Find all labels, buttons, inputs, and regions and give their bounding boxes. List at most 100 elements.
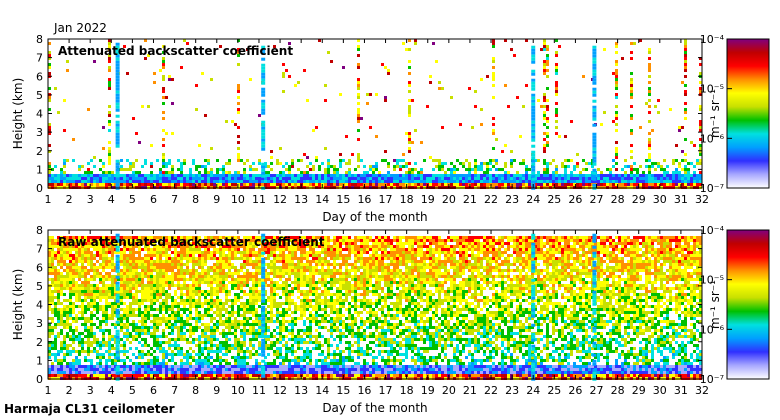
y-tick-label: 0	[36, 182, 43, 195]
heatmap-area	[48, 230, 702, 381]
x-tick-label: 5	[129, 384, 136, 397]
x-tick-label: 31	[674, 193, 688, 206]
x-tick-label: 24	[526, 193, 540, 206]
x-tick-label: 21	[463, 384, 477, 397]
x-tick-label: 18	[400, 384, 414, 397]
x-tick-label: 25	[547, 384, 561, 397]
x-tick-label: 3	[87, 384, 94, 397]
x-tick-label: 13	[294, 193, 308, 206]
x-tick-label: 5	[129, 193, 136, 206]
x-tick-label: 14	[315, 193, 329, 206]
x-tick-label: 14	[315, 384, 329, 397]
x-axis-label: Day of the month	[322, 210, 427, 224]
x-tick-label: 28	[611, 193, 625, 206]
x-tick-label: 29	[632, 193, 646, 206]
x-axis-label: Day of the month	[322, 401, 427, 415]
x-tick-label: 17	[379, 193, 393, 206]
x-tick-label: 4	[108, 384, 115, 397]
y-axis-label: Height (km)	[11, 78, 25, 149]
x-tick-label: 11	[252, 193, 266, 206]
x-tick-label: 16	[357, 193, 371, 206]
x-tick-label: 20	[442, 193, 456, 206]
x-tick-label: 17	[379, 384, 393, 397]
x-tick-label: 11	[252, 384, 266, 397]
x-tick-label: 4	[108, 193, 115, 206]
y-tick-label: 3	[36, 317, 43, 330]
x-tick-label: 30	[653, 193, 667, 206]
x-tick-label: 22	[484, 193, 498, 206]
x-tick-label: 15	[336, 384, 350, 397]
x-tick-label: 10	[231, 384, 245, 397]
y-tick-label: 3	[36, 126, 43, 139]
y-tick-label: 4	[36, 299, 43, 312]
panel-title: Attenuated backscatter coefficient	[58, 44, 293, 58]
x-tick-label: 7	[171, 384, 178, 397]
x-tick-label: 19	[421, 384, 435, 397]
x-tick-label: 1	[45, 384, 52, 397]
x-tick-label: 24	[526, 384, 540, 397]
y-tick-label: 1	[36, 163, 43, 176]
y-tick-label: 6	[36, 261, 43, 274]
y-tick-label: 8	[36, 224, 43, 237]
y-tick-label: 4	[36, 108, 43, 121]
colorbar-unit-label: m⁻¹ sr⁻¹	[708, 89, 722, 138]
x-tick-label: 26	[568, 384, 582, 397]
heatmap-area	[48, 39, 702, 190]
y-tick-label: 2	[36, 145, 43, 158]
x-tick-label: 20	[442, 384, 456, 397]
x-tick-label: 27	[590, 384, 604, 397]
colorbar-bottom: 10⁻⁷10⁻⁶10⁻⁵10⁻⁴ m⁻¹ sr⁻¹	[700, 224, 770, 386]
x-tick-label: 9	[213, 193, 220, 206]
colorbar-tick-label: 10⁻⁴	[700, 224, 725, 237]
panel-attenuated-backscatter: Attenuated backscatter coefficient 12345…	[11, 33, 709, 224]
x-tick-label: 30	[653, 384, 667, 397]
x-tick-label: 8	[192, 384, 199, 397]
y-tick-label: 5	[36, 89, 43, 102]
y-tick-label: 8	[36, 33, 43, 46]
x-tick-label: 6	[150, 193, 157, 206]
x-tick-label: 18	[400, 193, 414, 206]
y-tick-label: 6	[36, 70, 43, 83]
colorbar-top: 10⁻⁷10⁻⁶10⁻⁵10⁻⁴ m⁻¹ sr⁻¹	[700, 33, 770, 195]
x-tick-label: 16	[357, 384, 371, 397]
x-tick-label: 8	[192, 193, 199, 206]
x-tick-label: 28	[611, 384, 625, 397]
colorbar-gradient	[726, 229, 770, 380]
x-tick-label: 29	[632, 384, 646, 397]
y-tick-label: 0	[36, 373, 43, 386]
instrument-label: Harmaja CL31 ceilometer	[4, 402, 175, 416]
y-tick-label: 5	[36, 280, 43, 293]
x-tick-label: 21	[463, 193, 477, 206]
x-tick-label: 7	[171, 193, 178, 206]
x-tick-label: 12	[273, 193, 287, 206]
x-tick-label: 2	[66, 193, 73, 206]
colorbar-tick-label: 10⁻⁴	[700, 33, 725, 46]
y-tick-label: 1	[36, 354, 43, 367]
x-tick-label: 25	[547, 193, 561, 206]
y-tick-label: 7	[36, 243, 43, 256]
x-tick-label: 12	[273, 384, 287, 397]
colorbar-gradient	[726, 38, 770, 189]
x-tick-label: 1	[45, 193, 52, 206]
ceilometer-figure: Attenuated backscatter coefficient 12345…	[11, 33, 770, 415]
y-tick-label: 7	[36, 52, 43, 65]
x-tick-label: 13	[294, 384, 308, 397]
x-tick-label: 22	[484, 384, 498, 397]
x-tick-label: 31	[674, 384, 688, 397]
x-tick-label: 9	[213, 384, 220, 397]
x-tick-label: 27	[590, 193, 604, 206]
x-tick-label: 19	[421, 193, 435, 206]
panel-title: Raw attenuated backscatter coefficient	[58, 235, 325, 249]
y-axis-label: Height (km)	[11, 269, 25, 340]
x-tick-label: 23	[505, 193, 519, 206]
x-tick-label: 23	[505, 384, 519, 397]
x-tick-label: 6	[150, 384, 157, 397]
panel-raw-attenuated-backscatter: Raw attenuated backscatter coefficient 1…	[11, 224, 709, 415]
y-tick-label: 2	[36, 336, 43, 349]
x-tick-label: 2	[66, 384, 73, 397]
x-tick-label: 3	[87, 193, 94, 206]
x-tick-label: 26	[568, 193, 582, 206]
x-tick-label: 15	[336, 193, 350, 206]
colorbar-tick-label: 10⁻⁷	[700, 182, 724, 195]
colorbar-tick-label: 10⁻⁷	[700, 373, 724, 386]
